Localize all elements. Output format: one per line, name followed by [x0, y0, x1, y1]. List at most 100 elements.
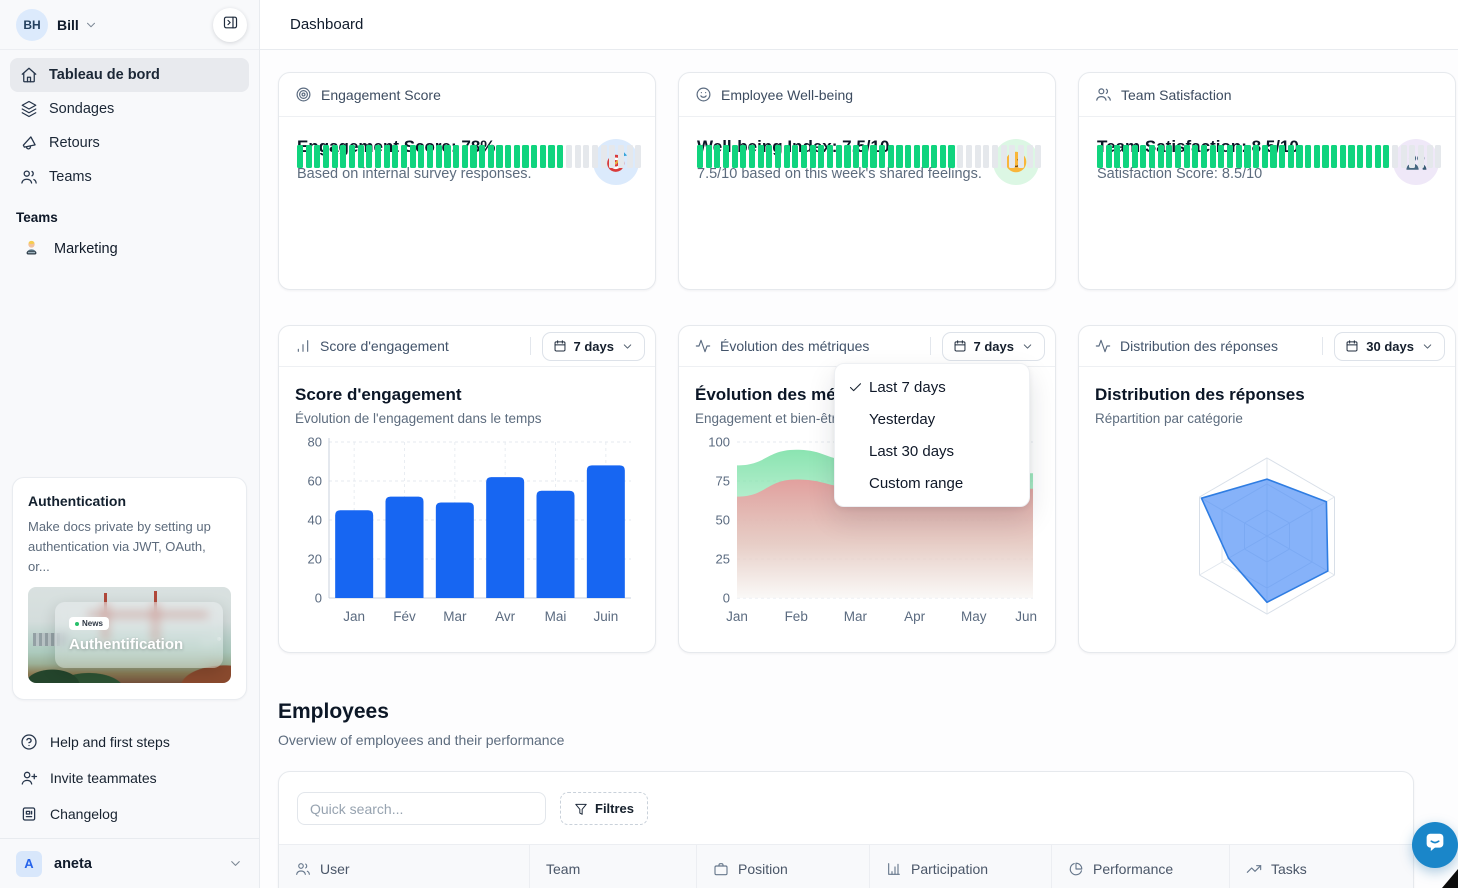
chevron-down-icon	[84, 18, 98, 32]
smile-icon	[695, 86, 712, 103]
sidebar-item-team-marketing[interactable]: Marketing	[0, 234, 259, 264]
activity-icon	[1095, 338, 1111, 354]
sidebar-item-teams[interactable]: Teams	[10, 160, 249, 194]
card-body: Well-being Index: 7.5/10 7.5/10 based on…	[679, 117, 1055, 182]
svg-text:Apr: Apr	[904, 609, 926, 624]
svg-text:Feb: Feb	[785, 609, 808, 624]
chevron-down-icon	[228, 856, 243, 871]
menu-item-custom-range[interactable]: Custom range	[835, 467, 1029, 499]
help-circle-icon	[20, 733, 38, 751]
svg-text:May: May	[961, 609, 987, 624]
svg-text:Fév: Fév	[393, 609, 416, 624]
calendar-icon	[553, 339, 567, 353]
chart-header-label: Score d'engagement	[320, 338, 521, 354]
date-range-button[interactable]: 30 days	[1334, 332, 1445, 361]
chart-subtitle: Évolution de l'engagement dans le temps	[295, 411, 639, 426]
chart-title: Distribution des réponses	[1095, 385, 1439, 405]
workspace-name[interactable]: Bill	[57, 17, 79, 33]
home-icon	[20, 66, 38, 84]
sidebar-item-invite[interactable]: Invite teammates	[10, 760, 249, 796]
bar-chart-axis-icon	[886, 861, 902, 877]
search-input[interactable]	[297, 792, 546, 825]
sidebar-item-label: Teams	[49, 169, 92, 185]
column-header-position: Position	[696, 845, 869, 888]
chat-widget-button[interactable]	[1412, 822, 1458, 868]
changelog-icon	[20, 805, 38, 823]
sidebar-item-feedback[interactable]: Retours	[10, 126, 249, 160]
technologist-emoji	[22, 238, 41, 261]
svg-text:Mai: Mai	[545, 609, 567, 624]
menu-item-yesterday[interactable]: Yesterday	[835, 403, 1029, 435]
sidebar-item-help[interactable]: Help and first steps	[10, 724, 249, 760]
sidebar-item-dashboard[interactable]: Tableau de bord	[10, 58, 249, 92]
divider	[1322, 337, 1323, 355]
app-root: BH Bill Tableau de bord	[0, 0, 1458, 888]
date-range-button[interactable]: 7 days	[542, 332, 645, 361]
briefcase-icon	[713, 861, 729, 877]
green-dot-icon	[75, 622, 79, 626]
card-header-label: Team Satisfaction	[1121, 87, 1232, 103]
menu-item-last-7-days[interactable]: Last 7 days	[835, 371, 1029, 403]
stat-cards-row: Engagement Score Engagement Score: 78% B…	[278, 72, 1456, 290]
progress-bar	[1097, 145, 1441, 168]
divider	[530, 337, 531, 355]
chart-title: Score d'engagement	[295, 385, 639, 405]
funnel-icon	[574, 802, 588, 816]
date-range-button[interactable]: 7 days	[942, 332, 1045, 361]
layers-icon	[20, 100, 38, 118]
svg-text:0: 0	[723, 591, 730, 606]
account-avatar: A	[16, 851, 42, 877]
filters-button[interactable]: Filtres	[560, 792, 648, 825]
svg-text:0: 0	[315, 591, 322, 606]
panel-right-icon	[222, 14, 239, 36]
news-badge: News	[69, 617, 109, 630]
svg-text:50: 50	[716, 513, 730, 528]
employees-section: Employees Overview of employees and thei…	[278, 700, 1456, 888]
chart-card-header: Distribution des réponses 30 days	[1079, 326, 1455, 367]
engagement-chart-card: Score d'engagement 7 days	[278, 325, 656, 653]
chat-bubble-icon	[1422, 830, 1448, 861]
footer-item-label: Help and first steps	[50, 734, 170, 750]
svg-text:80: 80	[308, 435, 322, 450]
employees-subtitle: Overview of employees and their performa…	[278, 732, 1456, 748]
svg-text:Avr: Avr	[495, 609, 516, 624]
svg-text:Mar: Mar	[443, 609, 467, 624]
sidebar-item-changelog[interactable]: Changelog	[10, 796, 249, 832]
stat-subtitle: Based on internal survey responses.	[297, 166, 637, 182]
promo-card[interactable]: Authentication Make docs private by sett…	[12, 477, 247, 700]
mouse-cursor	[1442, 869, 1458, 888]
svg-text:25: 25	[716, 552, 730, 567]
users-icon	[1095, 86, 1112, 103]
card-header-label: Engagement Score	[321, 87, 441, 103]
bar-chart-icon	[295, 338, 311, 354]
card-header: Employee Well-being	[679, 73, 1055, 117]
sidebar: BH Bill Tableau de bord	[0, 0, 260, 888]
sidebar-nav: Tableau de bord Sondages Retours Teams	[0, 50, 259, 194]
chart-header-label: Évolution des métriques	[720, 338, 921, 354]
megaphone-icon	[20, 134, 38, 152]
svg-text:Jun: Jun	[1015, 609, 1037, 624]
divider	[930, 337, 931, 355]
column-header-tasks: Tasks	[1229, 845, 1413, 888]
card-header: Engagement Score	[279, 73, 655, 117]
promo-image-caption: Authentification	[69, 636, 183, 653]
collapse-sidebar-button[interactable]	[213, 8, 247, 42]
svg-text:Jan: Jan	[726, 609, 748, 624]
chevron-down-icon	[1021, 340, 1034, 353]
menu-item-last-30-days[interactable]: Last 30 days	[835, 435, 1029, 467]
employees-toolbar: Filtres	[279, 772, 1413, 825]
svg-text:Mar: Mar	[844, 609, 868, 624]
card-body: Team Satisfaction: 8.5/10 Satisfaction S…	[1079, 117, 1455, 182]
svg-text:20: 20	[308, 552, 322, 567]
chart-card-header: Évolution des métriques 7 days	[679, 326, 1055, 367]
topbar: Dashboard	[260, 0, 1458, 50]
column-header-performance: Performance	[1051, 845, 1229, 888]
date-range-menu: Last 7 days Yesterday Last 30 days Custo…	[834, 363, 1030, 507]
responses-distribution-card: Distribution des réponses 30 days	[1078, 325, 1456, 653]
svg-text:100: 100	[708, 435, 730, 450]
sidebar-item-surveys[interactable]: Sondages	[10, 92, 249, 126]
account-name: aneta	[54, 856, 92, 872]
chart-card-header: Score d'engagement 7 days	[279, 326, 655, 367]
engagement-score-card: Engagement Score Engagement Score: 78% B…	[278, 72, 656, 290]
account-switcher[interactable]: A aneta	[0, 838, 259, 888]
